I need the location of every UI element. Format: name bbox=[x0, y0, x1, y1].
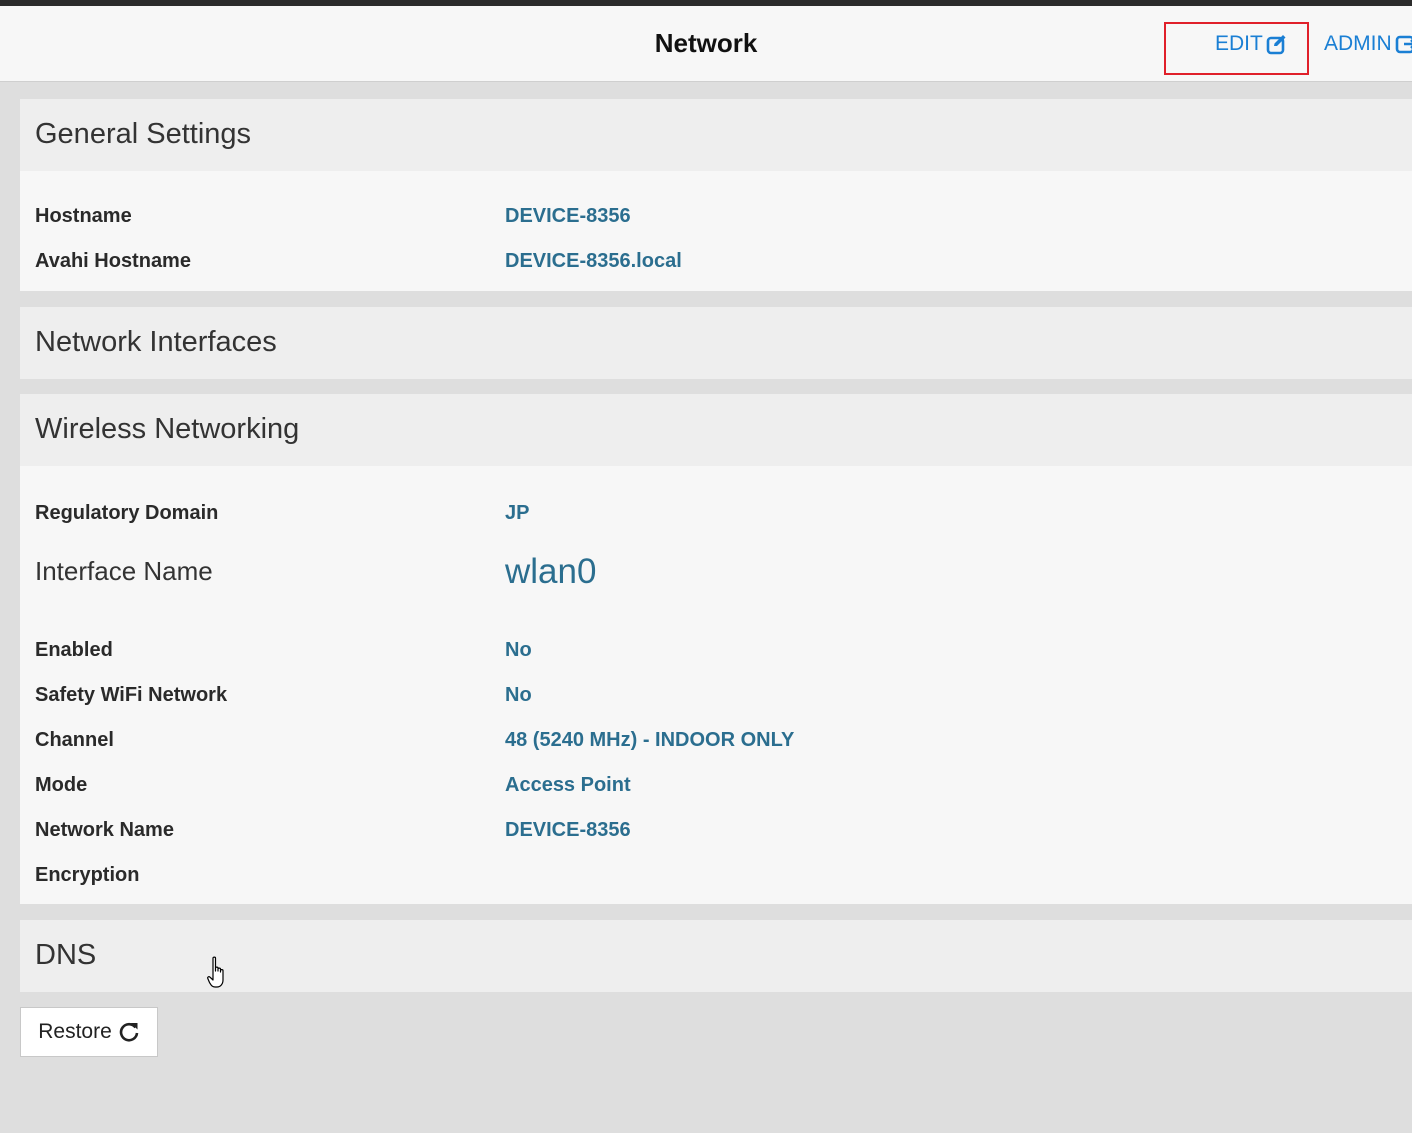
row-value: 48 (5240 MHz) - INDOOR ONLY bbox=[505, 729, 795, 751]
general-settings-header[interactable]: General Settings bbox=[20, 99, 1412, 171]
restore-button[interactable]: Restore bbox=[20, 1007, 158, 1057]
interface-name-value: wlan0 bbox=[505, 552, 597, 591]
section-title: Wireless Networking bbox=[35, 413, 300, 445]
row-label: Network Name bbox=[35, 819, 174, 841]
wireless-networking-section: Wireless Networking Regulatory Domain JP… bbox=[20, 394, 1412, 904]
admin-icon bbox=[1395, 35, 1412, 54]
section-title: General Settings bbox=[35, 118, 252, 150]
row-value: DEVICE-8356 bbox=[505, 205, 631, 227]
row-value: No bbox=[505, 639, 532, 661]
row-label: Regulatory Domain bbox=[35, 502, 219, 524]
restore-label: Restore bbox=[38, 1020, 112, 1043]
row-label: Enabled bbox=[35, 639, 113, 661]
network-interfaces-header[interactable]: Network Interfaces bbox=[20, 307, 1412, 379]
general-settings-section: General Settings Hostname DEVICE-8356 Av… bbox=[20, 99, 1412, 291]
edit-label: EDIT bbox=[1215, 32, 1263, 55]
refresh-icon bbox=[119, 1022, 139, 1042]
section-title: DNS bbox=[35, 939, 97, 971]
row-value: DEVICE-8356 bbox=[505, 819, 631, 841]
page-header: Network EDIT ADMIN bbox=[0, 6, 1412, 82]
edit-link[interactable]: EDIT bbox=[1215, 32, 1288, 56]
interface-name-label: Interface Name bbox=[35, 556, 213, 586]
row-value: No bbox=[505, 684, 532, 706]
row-value: JP bbox=[505, 502, 530, 524]
row-label: Encryption bbox=[35, 864, 140, 886]
row-label: Hostname bbox=[35, 205, 132, 227]
row-label: Avahi Hostname bbox=[35, 250, 191, 272]
wireless-networking-header[interactable]: Wireless Networking bbox=[20, 394, 1412, 466]
row-label: Safety WiFi Network bbox=[35, 684, 228, 706]
section-title: Network Interfaces bbox=[35, 326, 277, 358]
edit-icon bbox=[1266, 35, 1286, 55]
network-interfaces-section: Network Interfaces bbox=[20, 307, 1412, 379]
admin-label: ADMIN bbox=[1324, 32, 1392, 55]
row-value: Access Point bbox=[505, 774, 631, 796]
row-label: Mode bbox=[35, 774, 88, 796]
row-label: Channel bbox=[35, 729, 114, 751]
hand-cursor-icon bbox=[207, 956, 224, 988]
admin-link[interactable]: ADMIN bbox=[1324, 32, 1412, 56]
row-value: DEVICE-8356.local bbox=[505, 250, 682, 272]
